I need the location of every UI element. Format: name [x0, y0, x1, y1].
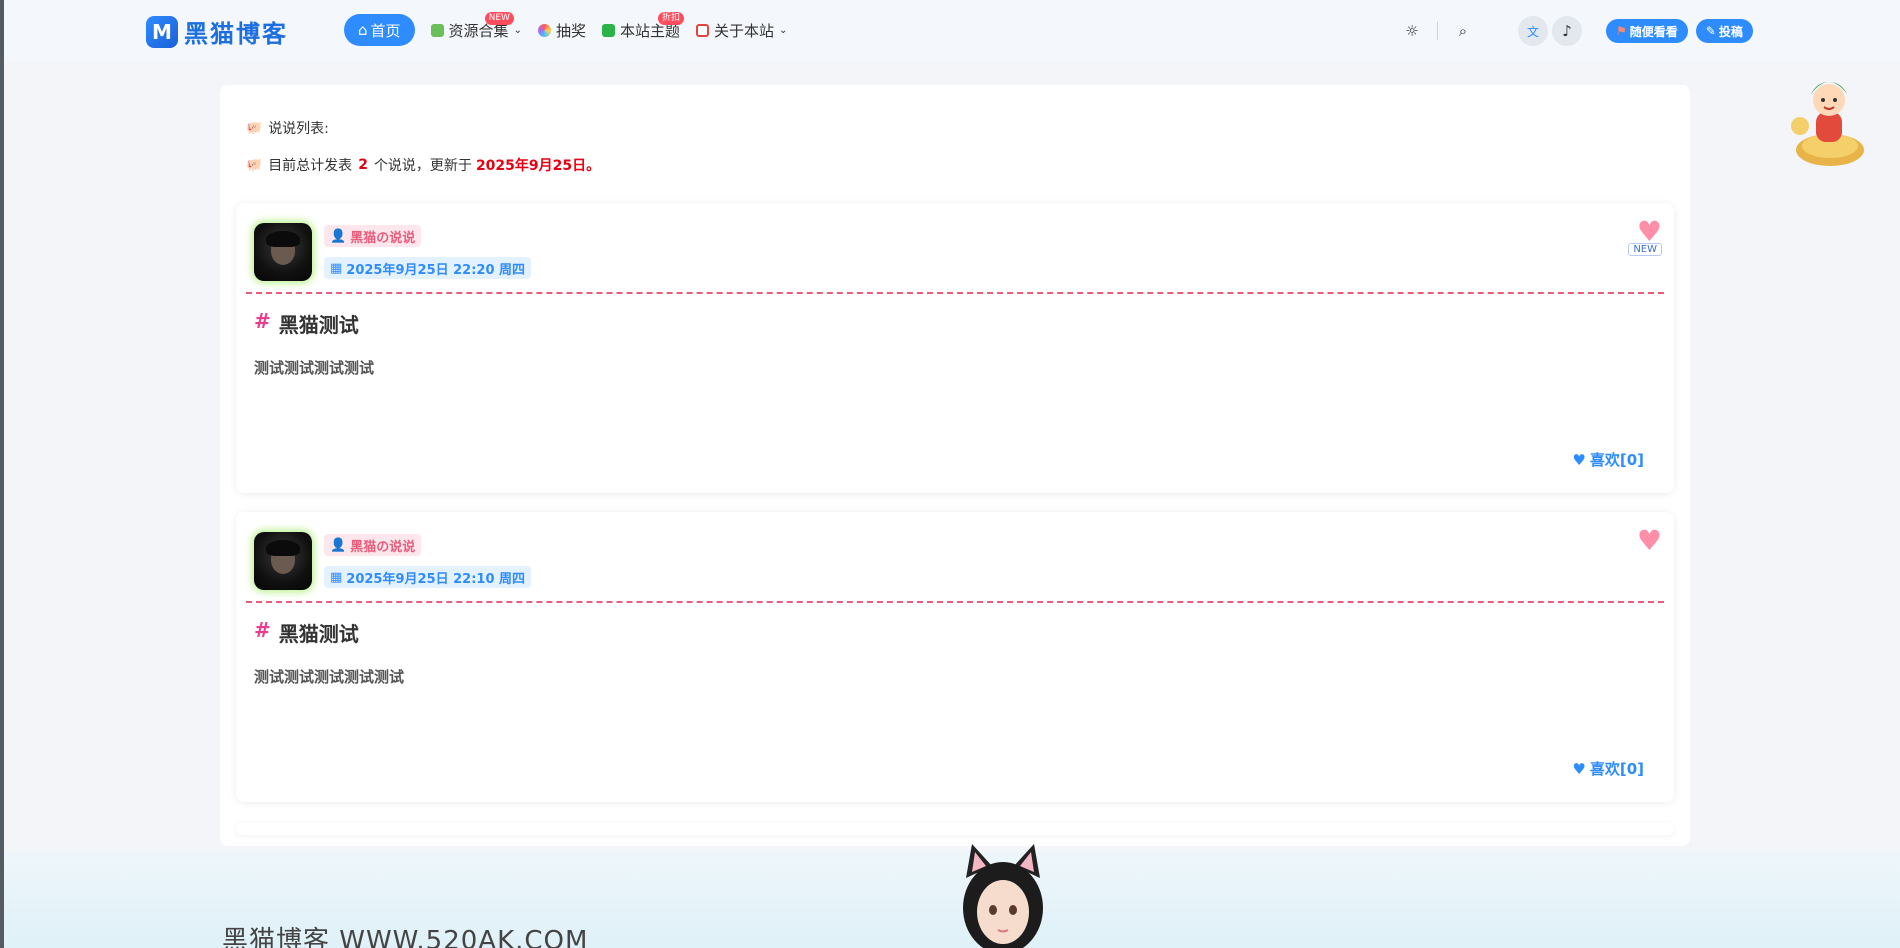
site-logo[interactable]: M 黑猫博客	[146, 14, 288, 49]
user-icon: 👤	[330, 537, 347, 553]
logo-text: 黑猫博客	[184, 20, 288, 48]
new-heart-badge: ♥ NEW	[1618, 213, 1670, 261]
post-datetime: 2025年9月25日 22:10 周四	[346, 571, 526, 587]
pig-icon: 🐖	[246, 157, 263, 173]
pencil-icon: ✎	[1705, 24, 1716, 38]
summary-end: 。	[586, 158, 601, 174]
button-label: 随便看看	[1629, 24, 1678, 39]
author-tag: 👤 黑猫の说说	[324, 534, 422, 556]
dashed-divider	[246, 601, 1664, 603]
window-edge	[0, 0, 4, 948]
about-icon	[695, 23, 709, 37]
wheel-icon	[537, 23, 551, 37]
list-label: 说说列表:	[268, 121, 329, 137]
avatar[interactable]	[254, 532, 312, 590]
post-title-text: 黑猫测试	[278, 313, 359, 337]
flag-icon: ⚑	[1616, 24, 1627, 38]
post-body: 测试测试测试测试	[254, 359, 375, 377]
author-tag: 👤 黑猫の说说	[324, 225, 422, 247]
calendar-icon: ▦	[330, 569, 343, 585]
load-more-strip	[236, 823, 1674, 835]
author-name: 黑猫の说说	[350, 539, 416, 555]
header-actions: ☼ ⌕ 文 ♪ ⚑ 随便看看 ✎ 投稿	[1397, 16, 1753, 46]
hash-icon: #	[254, 618, 271, 642]
heart-icon: ♥	[1572, 450, 1586, 469]
top-header: M 黑猫博客 ⌂ 首页 资源合集 ⌄ NEW 抽奖 本站主题 折扣 关于本站 ⌄	[4, 0, 1900, 62]
like-count: 喜欢[0]	[1589, 760, 1644, 778]
moments-list-card: 🐖 说说列表: 🐖 目前总计发表 2 个说说，更新于 2025年9月25日。 👤…	[220, 85, 1690, 846]
dashed-divider	[246, 292, 1664, 294]
theme-icon	[601, 23, 615, 37]
author-name: 黑猫の说说	[350, 230, 416, 246]
catgirl-mascot-image	[963, 844, 1043, 948]
list-heading: 🐖 说说列表:	[246, 118, 329, 138]
theme-toggle-icon[interactable]: ☼	[1397, 16, 1427, 46]
nav-item-resources[interactable]: 资源合集 ⌄ NEW	[430, 12, 522, 46]
random-browse-button[interactable]: ⚑ 随便看看	[1606, 19, 1688, 43]
button-label: 投稿	[1718, 24, 1743, 39]
nav-label: 关于本站	[713, 21, 774, 40]
post-title-text: 黑猫测试	[278, 622, 359, 646]
chevron-down-icon: ⌄	[779, 24, 788, 36]
heart-arrow-icon: ♥	[1636, 524, 1662, 557]
nav-item-lottery[interactable]: 抽奖	[537, 14, 586, 46]
updated-date: 2025年9月25日	[475, 158, 587, 174]
search-icon[interactable]: ⌕	[1448, 16, 1478, 46]
home-icon: ⌂	[358, 21, 368, 39]
post-datetime: 2025年9月25日 22:20 周四	[346, 262, 526, 278]
nav-item-home[interactable]: ⌂ 首页	[344, 14, 415, 46]
nav-badge-new: NEW	[484, 12, 514, 25]
summary-prefix: 目前总计发表	[268, 158, 353, 174]
moment-post: 👤 黑猫の说说 ▦ 2025年9月25日 22:20 周四 ♥ NEW # 黑猫…	[236, 203, 1674, 493]
bell-icon[interactable]: ♪	[1552, 16, 1582, 46]
submit-post-button[interactable]: ✎ 投稿	[1695, 19, 1753, 43]
nav-item-about[interactable]: 关于本站 ⌄	[695, 14, 788, 46]
heart-icon: ♥	[1572, 759, 1586, 778]
main-nav: ⌂ 首页 资源合集 ⌄ NEW 抽奖 本站主题 折扣 关于本站 ⌄	[344, 12, 788, 46]
logo-mark-icon: M	[146, 15, 178, 48]
nav-badge-discount: 折扣	[657, 12, 684, 25]
pig-icon: 🐖	[246, 120, 263, 136]
post-title: # 黑猫测试	[254, 309, 359, 338]
post-body: 测试测试测试测试测试	[254, 668, 405, 686]
heart-badge: ♥	[1618, 522, 1670, 570]
avatar[interactable]	[254, 223, 312, 281]
like-button[interactable]: ♥ 喜欢[0]	[1572, 758, 1644, 779]
like-count: 喜欢[0]	[1589, 451, 1644, 469]
summary-middle: 个说说，更新于	[373, 158, 472, 174]
chevron-down-icon: ⌄	[513, 24, 522, 36]
hash-icon: #	[254, 309, 271, 333]
list-summary: 🐖 目前总计发表 2 个说说，更新于 2025年9月25日。	[246, 155, 600, 175]
date-tag: ▦ 2025年9月25日 22:10 周四	[324, 566, 532, 588]
calendar-icon: ▦	[330, 260, 343, 276]
post-count: 2	[358, 157, 368, 173]
nav-item-theme[interactable]: 本站主题 折扣	[601, 12, 684, 46]
user-icon: 👤	[330, 228, 347, 244]
nav-label: 首页	[370, 21, 401, 40]
footer-title: 黑猫博客 WWW.520AK.COM	[222, 926, 589, 948]
nav-label: 抽奖	[555, 21, 586, 40]
date-tag: ▦ 2025年9月25日 22:20 周四	[324, 257, 532, 279]
translate-icon[interactable]: 文	[1518, 16, 1548, 46]
new-label: NEW	[1628, 243, 1662, 256]
moment-post: 👤 黑猫の说说 ▦ 2025年9月25日 22:10 周四 ♥ # 黑猫测试 测…	[236, 512, 1674, 802]
like-button[interactable]: ♥ 喜欢[0]	[1572, 449, 1644, 470]
post-title: # 黑猫测试	[254, 618, 359, 647]
dragon-mascot-image[interactable]	[1786, 66, 1868, 168]
gift-icon	[430, 23, 444, 37]
divider	[1437, 22, 1438, 40]
